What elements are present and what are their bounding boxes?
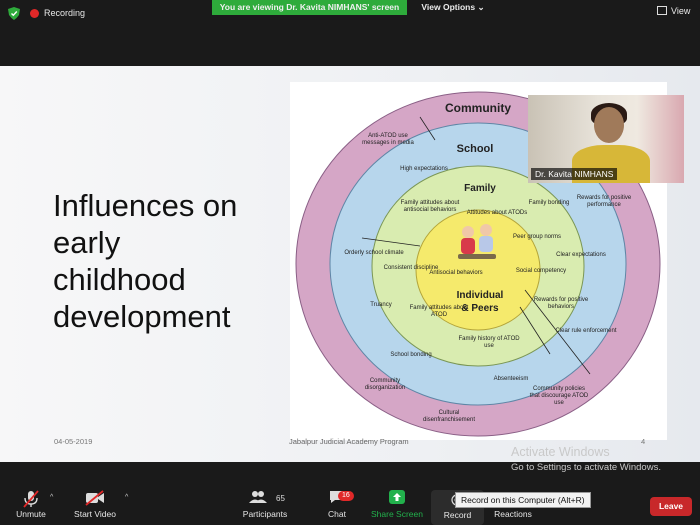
participants-label: Participants	[242, 509, 288, 519]
diagram-label: Family history of ATOD use	[458, 336, 520, 349]
activate-windows-watermark: Activate Windows	[511, 445, 610, 459]
video-options-caret-icon[interactable]: ^	[125, 494, 128, 501]
start-video-label: Start Video	[74, 509, 116, 519]
diagram-label: Orderly school climate	[344, 250, 404, 256]
ring-label-school: School	[457, 143, 494, 155]
diagram-label: Rewards for positive performance	[576, 195, 632, 208]
ring-label-community: Community	[445, 101, 511, 115]
muted-microphone-icon	[23, 490, 39, 508]
security-shield-icon[interactable]	[8, 7, 20, 20]
recording-label: Recording	[44, 8, 86, 18]
diagram-label: Anti-ATOD use messages in media	[362, 133, 414, 146]
participant-name: Dr. Kavita NIMHANS	[531, 168, 618, 180]
participants-count: 65	[276, 494, 285, 503]
grid-view-icon	[657, 6, 667, 15]
diagram-label: Family attitudes about antisocial behavi…	[400, 200, 460, 213]
diagram-label: Community disorganization	[364, 378, 406, 391]
diagram-label: Cultural disenfranchisement	[422, 410, 476, 423]
chat-label: Chat	[328, 509, 346, 519]
diagram-label: Truancy	[370, 302, 392, 308]
view-button[interactable]: View	[657, 6, 690, 16]
ring-label-individual: Individual	[457, 290, 504, 301]
diagram-label: Family bonding	[528, 200, 570, 206]
share-screen-label: Share Screen	[371, 509, 423, 519]
chat-unread-badge: 16	[338, 491, 354, 501]
diagram-label: Family attitudes about ATOD	[409, 305, 469, 318]
reactions-button[interactable]: Reactions	[490, 480, 536, 525]
diagram-label: Absenteeism	[493, 376, 529, 382]
diagram-label: Attitudes about ATODs	[466, 210, 528, 216]
diagram-label: High expectations	[400, 166, 448, 172]
start-video-button[interactable]: Start Video	[70, 480, 120, 525]
diagram-label: School bonding	[390, 352, 432, 358]
view-options-button[interactable]: View Options ⌄	[418, 0, 488, 15]
viewing-screen-banner: You are viewing Dr. Kavita NIMHANS' scre…	[212, 0, 407, 15]
video-off-icon	[85, 490, 104, 506]
chevron-down-icon: ⌄	[477, 2, 485, 12]
participants-icon	[249, 491, 267, 503]
leave-button[interactable]: Leave	[650, 497, 692, 516]
slide-title: Influences on early childhood developmen…	[53, 188, 238, 334]
participant-face	[594, 107, 624, 143]
diagram-label: Peer group norms	[512, 234, 562, 240]
slide-footer: Jabalpur Judicial Academy Program	[289, 437, 409, 446]
diagram-label: Community policies that discourage ATOD …	[529, 386, 589, 406]
unmute-label: Unmute	[16, 509, 46, 519]
diagram-label: Clear rule enforcement	[555, 328, 617, 334]
participants-button[interactable]: 65 Participants	[240, 480, 290, 525]
chat-button[interactable]: Chat	[320, 480, 354, 525]
activate-windows-subtext: Go to Settings to activate Windows.	[511, 462, 661, 473]
view-options-label: View Options	[421, 2, 476, 12]
ring-label-family: Family	[464, 183, 496, 194]
recording-dot-icon	[30, 9, 39, 18]
unmute-button[interactable]: Unmute	[10, 480, 52, 525]
meeting-top-bar: Recording You are viewing Dr. Kavita NIM…	[0, 0, 700, 27]
record-label: Record	[443, 510, 472, 520]
view-label: View	[671, 6, 691, 16]
audio-options-caret-icon[interactable]: ^	[50, 494, 53, 501]
diagram-label: Social competency	[515, 268, 567, 274]
diagram-label: Clear expectations	[556, 252, 606, 258]
slide-date: 04-05-2019	[54, 437, 93, 446]
share-screen-icon	[389, 490, 405, 504]
slide-page-number: 4	[641, 437, 646, 446]
participant-video[interactable]: Dr. Kavita NIMHANS	[528, 95, 684, 183]
diagram-label: Rewards for positive behaviors	[533, 297, 589, 310]
diagram-label: Antisocial behaviors	[429, 270, 483, 276]
share-screen-button[interactable]: Share Screen	[370, 480, 424, 525]
reactions-label: Reactions	[494, 509, 532, 519]
meeting-toolbar: Unmute ^ Start Video ^ 65 Participants C…	[0, 480, 700, 525]
